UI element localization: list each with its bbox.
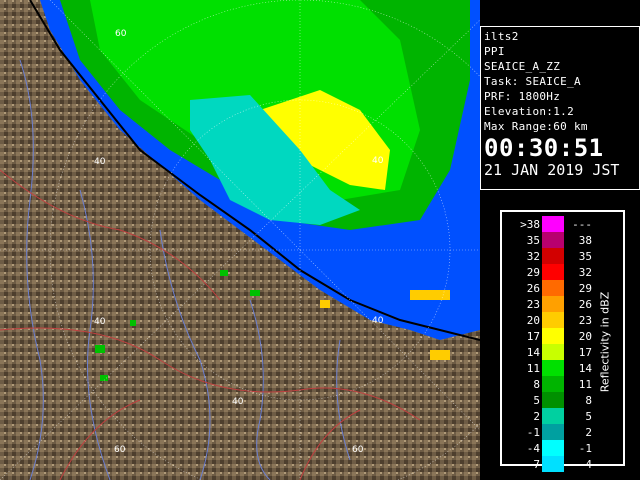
legend-lower-bound: -4: [526, 442, 540, 455]
product-type: PPI: [484, 45, 505, 58]
scan-time: 00:30:51: [484, 134, 604, 162]
legend-lower-bound: 20: [526, 314, 540, 327]
task-name: Task: SEAICE_A: [484, 75, 581, 88]
range-label-40-east: 40: [372, 316, 384, 326]
legend-row: 23 26: [508, 296, 594, 312]
legend-swatch: [542, 312, 564, 328]
legend-lower-bound: 26: [526, 282, 540, 295]
max-range-value: Max Range:60 km: [484, 120, 588, 133]
range-label-60-se: 60: [352, 445, 364, 455]
legend-row: 8 11: [508, 376, 594, 392]
legend-lower-bound: 14: [526, 346, 540, 359]
legend-lower-bound: 17: [526, 330, 540, 343]
legend-swatch: [542, 296, 564, 312]
legend-swatch: [542, 344, 564, 360]
legend-lower-bound: -1: [526, 426, 540, 439]
legend-swatch: [542, 392, 564, 408]
legend-swatch: [542, 328, 564, 344]
legend-row: 20 23: [508, 312, 594, 328]
legend-swatch: [542, 280, 564, 296]
legend-lower-bound: 5: [533, 394, 540, 407]
legend-swatch: [542, 440, 564, 456]
legend-swatch: [542, 424, 564, 440]
legend-row: 17 20: [508, 328, 594, 344]
reflectivity-legend: >38 --- 35 38 32 35 29 32 26 29 23 26 20 23 17 20 14 17 11…: [500, 210, 625, 472]
legend-swatch: [542, 360, 564, 376]
legend-upper-bound: -1: [578, 442, 592, 455]
scan-date: 21 JAN 2019 JST: [484, 161, 620, 179]
legend-swatch: [542, 408, 564, 424]
legend-row: -4 -1: [508, 440, 594, 456]
radar-ppi-view[interactable]: 60 40 40 40 40 40 60 60: [0, 0, 480, 480]
range-label-60-north: 60: [115, 29, 127, 39]
legend-row: 35 38: [508, 232, 594, 248]
scan-name: SEAICE_A_ZZ: [484, 60, 561, 73]
legend-row: 14 17: [508, 344, 594, 360]
legend-lower-bound: 2: [533, 410, 540, 423]
legend-lower-bound: 8: [533, 378, 540, 391]
range-label-40-nw: 40: [94, 157, 106, 167]
legend-row: 32 35: [508, 248, 594, 264]
legend-row: 26 29: [508, 280, 594, 296]
legend-row: -7 -4: [508, 456, 594, 472]
legend-upper-bound: ---: [572, 218, 592, 231]
station-name: ilts2: [484, 30, 519, 43]
legend-swatch: [542, 232, 564, 248]
legend-lower-bound: >38: [520, 218, 540, 231]
range-label-40-west: 40: [94, 317, 106, 327]
legend-rows: >38 --- 35 38 32 35 29 32 26 29 23 26 20 23 17 20 14 17 11…: [508, 216, 594, 472]
legend-row: 29 32: [508, 264, 594, 280]
legend-lower-bound: 29: [526, 266, 540, 279]
legend-swatch: [542, 264, 564, 280]
legend-upper-bound: -4: [578, 458, 592, 471]
range-label-40-south: 40: [232, 397, 244, 407]
prf-value: PRF: 1800Hz: [484, 90, 561, 103]
legend-title: Reflectivity in dBZ: [588, 242, 622, 442]
legend-row: 25: [508, 408, 594, 424]
legend-row: 11 14: [508, 360, 594, 376]
legend-lower-bound: 23: [526, 298, 540, 311]
range-label-60-sw: 60: [114, 445, 126, 455]
legend-lower-bound: -7: [526, 458, 540, 471]
range-label-40-ne: 40: [372, 156, 384, 166]
legend-lower-bound: 32: [526, 250, 540, 263]
legend-title-text: Reflectivity in dBZ: [598, 291, 612, 393]
legend-row: 58: [508, 392, 594, 408]
legend-row: -1 2: [508, 424, 594, 440]
legend-swatch: [542, 248, 564, 264]
legend-swatch: [542, 376, 564, 392]
legend-lower-bound: 11: [526, 362, 540, 375]
legend-lower-bound: 35: [526, 234, 540, 247]
scan-info-panel: ilts2 PPI SEAICE_A_ZZ Task: SEAICE_A PRF…: [480, 26, 640, 190]
legend-swatch: [542, 456, 564, 472]
legend-swatch: [542, 216, 564, 232]
legend-row: >38 ---: [508, 216, 594, 232]
elevation-value: Elevation:1.2: [484, 105, 574, 118]
